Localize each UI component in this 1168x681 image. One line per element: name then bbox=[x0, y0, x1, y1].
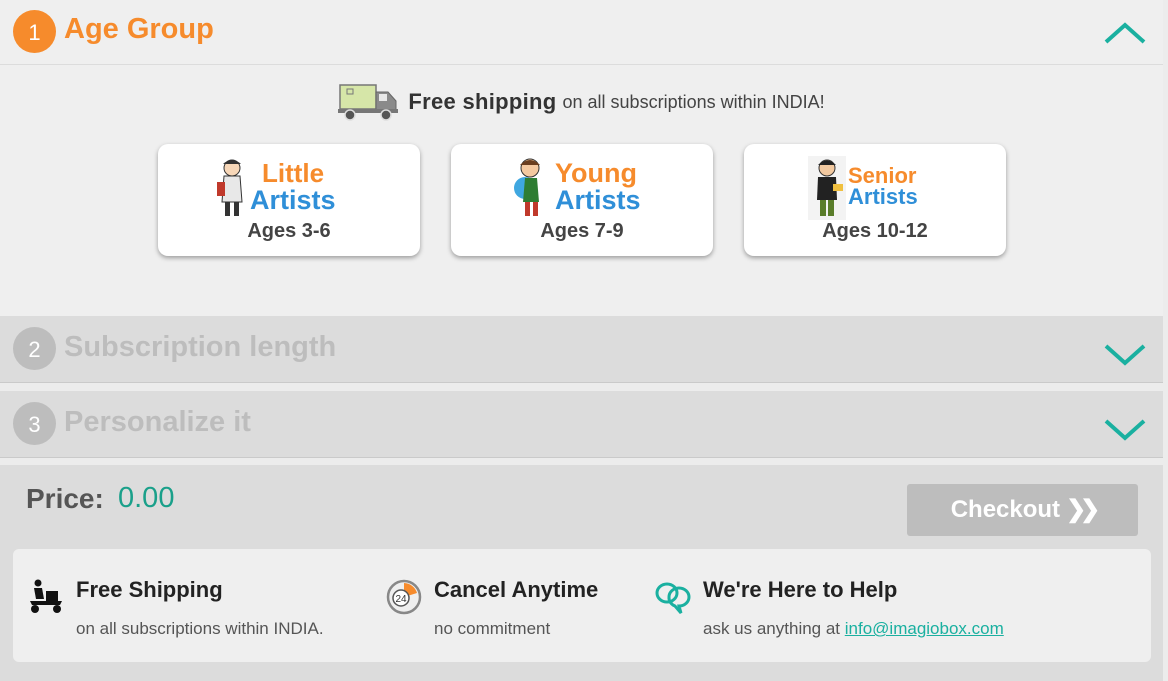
personalize-title: Personalize it bbox=[64, 406, 251, 438]
subscription-page: 1 Age Group Free shipping on all subscri… bbox=[0, 0, 1168, 681]
age-group-header[interactable]: 1 Age Group bbox=[0, 0, 1163, 65]
age-cards: Little Artists Ages 3-6 Young Artists Ag… bbox=[158, 144, 1008, 256]
benefit-title: Cancel Anytime bbox=[434, 577, 599, 602]
little-artist-kid-icon bbox=[217, 159, 243, 216]
card-little-artists[interactable]: Little Artists Ages 3-6 bbox=[158, 144, 420, 256]
benefits-box: Free Shipping on all subscriptions withi… bbox=[13, 549, 1151, 662]
shipping-rest-text: on all subscriptions within INDIA! bbox=[562, 91, 825, 112]
help-bubble-icon bbox=[655, 582, 691, 614]
personalize-header[interactable]: 3 Personalize it bbox=[0, 391, 1163, 458]
card-logo-line2: Artists bbox=[555, 185, 641, 215]
double-chevron-right-icon: ❯❯ bbox=[1066, 496, 1100, 523]
subscription-length-header[interactable]: 2 Subscription length bbox=[0, 316, 1163, 383]
card-logo-line2: Artists bbox=[250, 185, 336, 215]
checkout-label: Checkout bbox=[950, 496, 1061, 523]
email-link[interactable]: info@imagiobox.com bbox=[845, 619, 1004, 638]
benefit-title: We're Here to Help bbox=[703, 577, 898, 602]
svg-text:24: 24 bbox=[395, 594, 407, 605]
benefit-subtitle: ask us anything at info@imagiobox.com bbox=[703, 619, 1004, 639]
price-value: 0.00 bbox=[118, 482, 175, 514]
chevron-down-icon[interactable] bbox=[1102, 417, 1148, 443]
step-number-badge: 1 bbox=[13, 10, 56, 53]
shipping-banner: Free shipping on all subscriptions withi… bbox=[0, 82, 1163, 122]
subscription-length-title: Subscription length bbox=[64, 331, 337, 363]
card-ages: Ages 10-12 bbox=[822, 220, 928, 242]
chevron-up-icon[interactable] bbox=[1102, 20, 1148, 46]
card-young-artists[interactable]: Young Artists Ages 7-9 bbox=[451, 144, 713, 256]
help-prefix: ask us anything at bbox=[703, 619, 841, 638]
benefit-title: Free Shipping bbox=[76, 577, 223, 602]
chevron-down-icon[interactable] bbox=[1102, 342, 1148, 368]
card-senior-artists[interactable]: Senior Artists Ages 10-12 bbox=[744, 144, 1006, 256]
checkout-button[interactable]: Checkout ❯❯ bbox=[907, 484, 1138, 536]
young-artist-kid-icon bbox=[514, 158, 540, 216]
shipping-strong-text: Free shipping bbox=[408, 89, 557, 114]
benefit-subtitle: no commitment bbox=[434, 619, 551, 638]
price-bar: Price: 0.00 Checkout ❯❯ Free Shipping on … bbox=[0, 465, 1163, 681]
senior-artist-kid-icon bbox=[808, 156, 846, 220]
cancel-clock-icon: 24 bbox=[386, 579, 422, 615]
card-logo-line2: Artists bbox=[848, 184, 918, 209]
step-number-badge: 2 bbox=[13, 327, 56, 370]
delivery-truck-icon bbox=[338, 84, 399, 121]
step-number-badge: 3 bbox=[13, 402, 56, 445]
benefit-subtitle: on all subscriptions within INDIA. bbox=[76, 619, 324, 638]
card-ages: Ages 7-9 bbox=[540, 220, 624, 242]
age-group-title: Age Group bbox=[64, 13, 214, 45]
age-group-section: 1 Age Group Free shipping on all subscri… bbox=[0, 0, 1163, 316]
scooter-delivery-icon bbox=[30, 579, 62, 613]
card-ages: Ages 3-6 bbox=[247, 220, 331, 242]
price-label: Price: bbox=[26, 483, 104, 514]
